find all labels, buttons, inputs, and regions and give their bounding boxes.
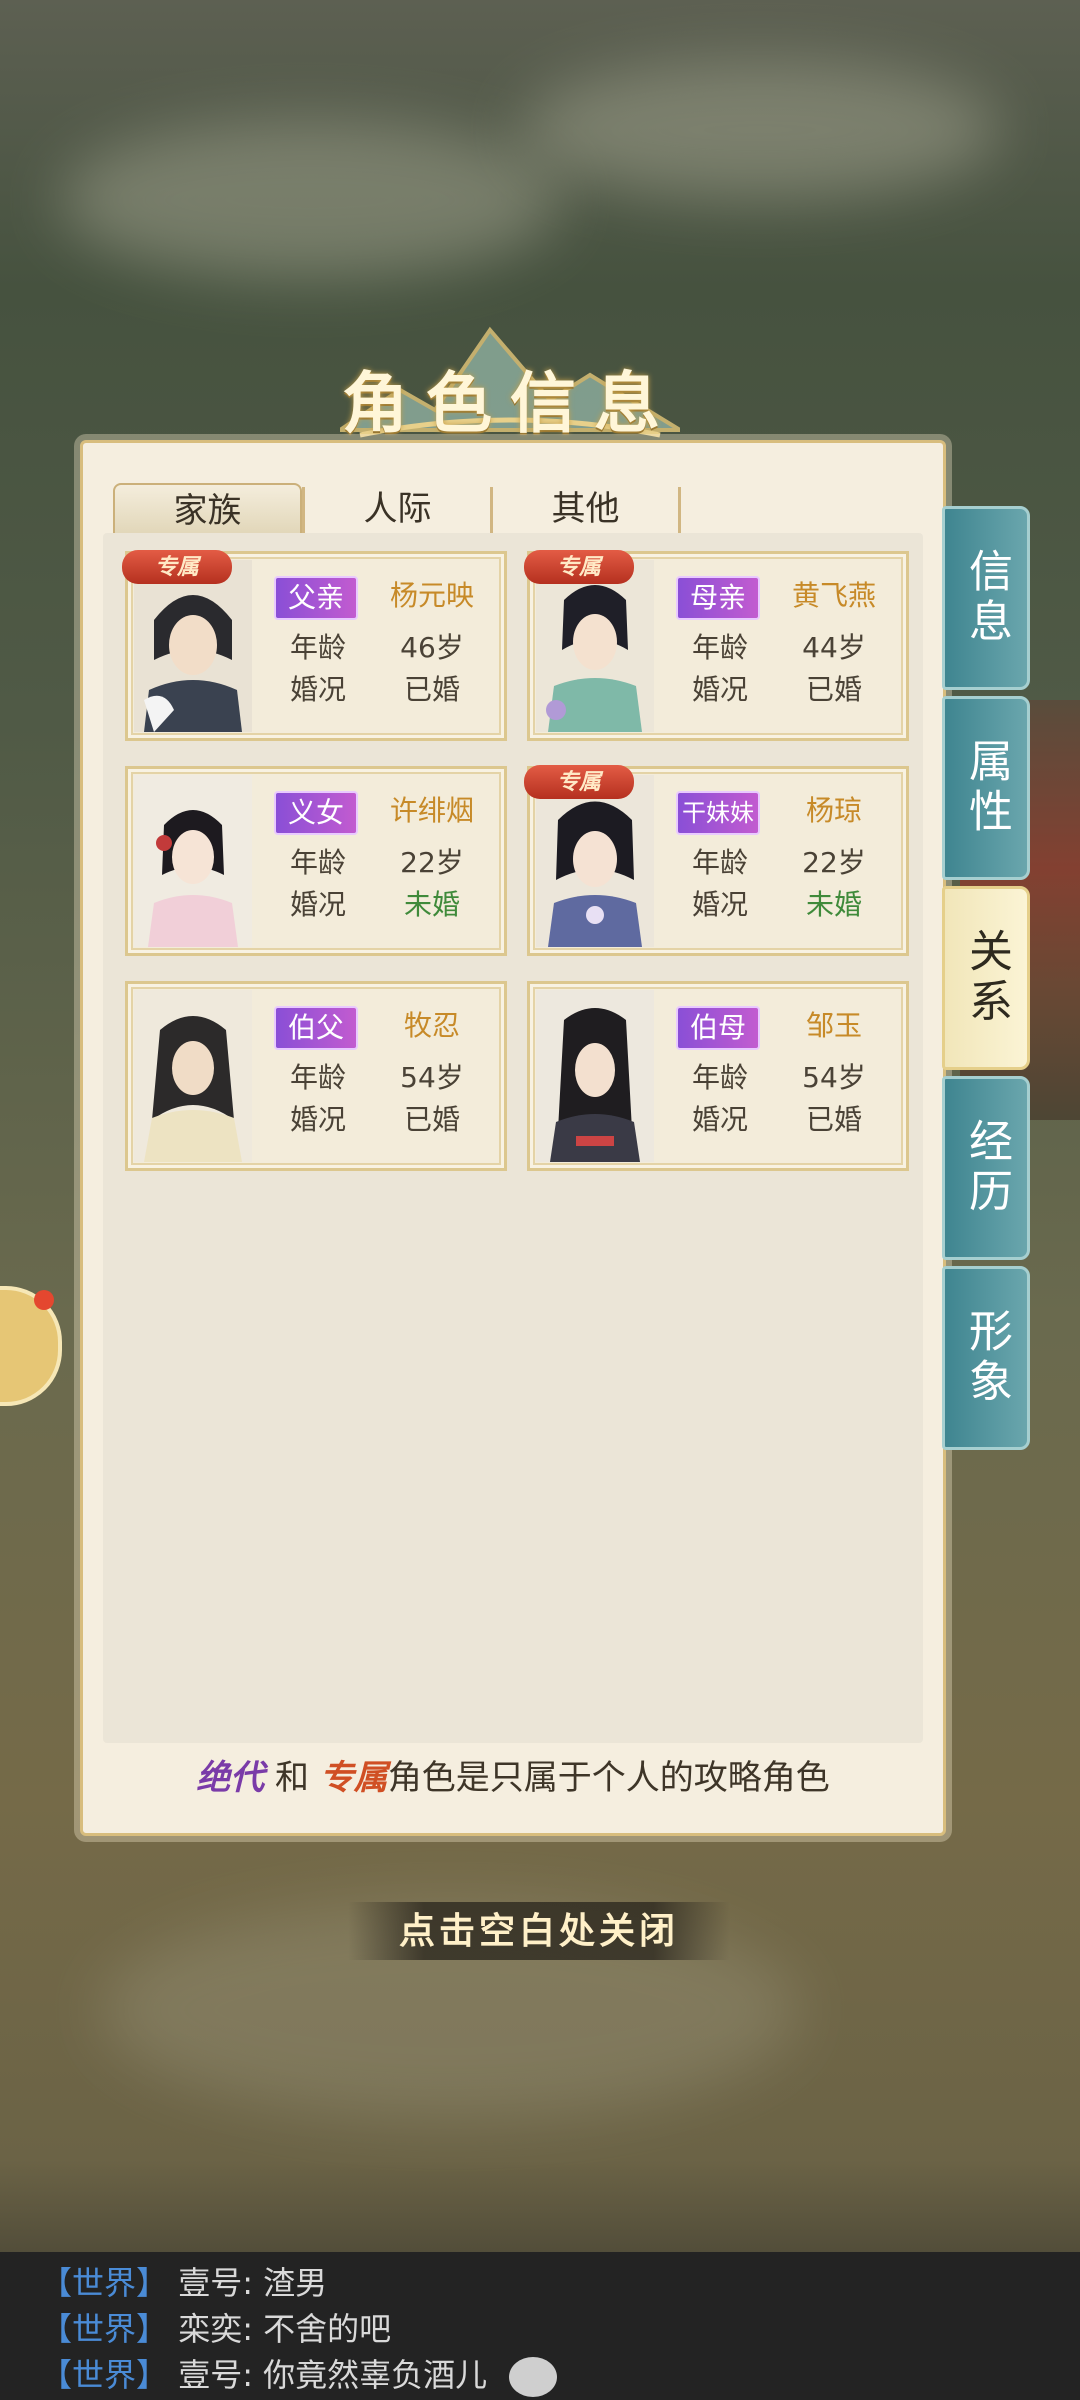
age-value: 22岁 [400, 846, 464, 879]
marriage-value: 已婚 [403, 673, 460, 706]
age-value: 54岁 [400, 1061, 464, 1094]
world-chat[interactable]: 【世界】 壹号: 渣男 【世界】 栾奕: 不舍的吧 【世界】 壹号: 你竟然辜负… [0, 2252, 1080, 2400]
relation-badge: 父亲 [274, 576, 358, 620]
age-label: 年龄 [691, 631, 748, 664]
tab-bar: 家族 人际 其他 [113, 483, 681, 537]
chat-message: 【世界】 壹号: 渣男 [40, 2258, 327, 2304]
marriage-label: 婚况 [289, 1103, 346, 1136]
chat-text: 不舍的吧 [263, 2310, 392, 2348]
chat-channel: 【世界】 [40, 2310, 169, 2348]
page-title: 角色信息 [342, 364, 678, 442]
notification-dot [34, 1290, 54, 1310]
portrait-father [134, 560, 252, 732]
character-name: 杨元映 [389, 579, 474, 612]
character-name: 牧忍 [403, 1009, 460, 1042]
marriage-label: 婚况 [691, 673, 748, 706]
chat-channel: 【世界】 [40, 2356, 169, 2394]
relation-badge: 伯父 [274, 1006, 358, 1050]
chat-message: 【世界】 栾奕: 不舍的吧 [40, 2304, 391, 2350]
portrait-adopted-daughter [134, 775, 252, 947]
background-cloud [60, 120, 560, 280]
marriage-value: 已婚 [805, 673, 862, 706]
crying-emoji-icon [509, 2357, 558, 2397]
peerless-tag: 绝代 [196, 1758, 265, 1798]
age-label: 年龄 [691, 846, 748, 879]
age-label: 年龄 [289, 846, 346, 879]
age-value: 22岁 [802, 846, 866, 879]
marriage-label: 婚况 [691, 1103, 748, 1136]
portrait-aunt [536, 990, 654, 1162]
tab-social[interactable]: 人际 [305, 483, 490, 533]
marriage-label: 婚况 [289, 888, 346, 921]
relation-card[interactable]: 专属 父亲 杨元映 年龄 46岁 婚况 已婚 [122, 550, 507, 741]
chat-message: 【世界】 壹号: 你竟然辜负酒儿 [40, 2350, 558, 2397]
marriage-label: 婚况 [289, 673, 346, 706]
side-tab-info[interactable]: 信息 [942, 506, 1030, 690]
age-value: 44岁 [802, 631, 866, 664]
relation-card[interactable]: 伯父 牧忍 年龄 54岁 婚况 已婚 [125, 981, 507, 1171]
tab-family[interactable]: 家族 [113, 483, 302, 537]
background-cloud [520, 60, 1000, 200]
note-text: 角色是只属于个人的攻略角色 [387, 1758, 830, 1798]
exclusive-note: 绝代 和 专属角色是只属于个人的攻略角色 [83, 1750, 943, 1799]
age-value: 54岁 [802, 1061, 866, 1094]
relation-card[interactable]: 专属 母亲 黄飞燕 年龄 44岁 婚况 已婚 [524, 550, 909, 741]
age-label: 年龄 [289, 1061, 346, 1094]
exclusive-badge: 专属 [524, 550, 634, 584]
relation-card[interactable]: 伯母 邹玉 年龄 54岁 婚况 已婚 [527, 981, 909, 1171]
relations-list: 专属 父亲 杨元映 年龄 46岁 婚况 已婚 专属 母亲 黄飞燕 年龄 44岁 … [103, 533, 923, 1743]
portrait-mother [536, 560, 654, 732]
exclusive-tag: 专属 [319, 1758, 388, 1798]
character-name: 杨琼 [805, 794, 862, 827]
chat-user: 壹号: [178, 2356, 253, 2394]
marriage-label: 婚况 [691, 888, 748, 921]
note-and: 和 [264, 1758, 320, 1798]
chat-channel: 【世界】 [40, 2264, 169, 2302]
title-banner: 角色信息 [230, 310, 790, 460]
portrait-sworn-sister [536, 775, 654, 947]
relation-badge: 伯母 [676, 1006, 760, 1050]
relation-badge: 义女 [274, 791, 358, 835]
age-label: 年龄 [691, 1061, 748, 1094]
chat-text: 渣男 [263, 2264, 328, 2302]
character-info-panel: 家族 人际 其他 专属 父亲 杨元映 年龄 46岁 婚况 已婚 专属 母亲 黄飞… [80, 440, 946, 1836]
marriage-value: 已婚 [403, 1103, 460, 1136]
relation-badge: 干妹妹 [676, 791, 760, 835]
close-hint-button[interactable]: 点击空白处关闭 [348, 1902, 730, 1960]
relation-card[interactable]: 专属 干妹妹 杨琼 年龄 22岁 婚况 未婚 [524, 765, 909, 956]
chat-text: 你竟然辜负酒儿 [263, 2356, 488, 2394]
marriage-value: 未婚 [403, 888, 460, 921]
marriage-value: 已婚 [805, 1103, 862, 1136]
side-tab-relations[interactable]: 关系 [942, 886, 1030, 1070]
side-tab-experience[interactable]: 经历 [942, 1076, 1030, 1260]
exclusive-badge: 专属 [122, 550, 232, 584]
exclusive-badge: 专属 [524, 765, 634, 799]
relation-badge: 母亲 [676, 576, 760, 620]
character-name: 邹玉 [805, 1009, 862, 1042]
marriage-value: 未婚 [805, 888, 862, 921]
side-tab-attributes[interactable]: 属性 [942, 696, 1030, 880]
side-tab-appearance[interactable]: 形象 [942, 1266, 1030, 1450]
relation-card[interactable]: 义女 许绯烟 年龄 22岁 婚况 未婚 [125, 766, 507, 956]
age-label: 年龄 [289, 631, 346, 664]
chat-user: 栾奕: [178, 2310, 253, 2348]
chat-user: 壹号: [178, 2264, 253, 2302]
character-name: 黄飞燕 [791, 579, 876, 612]
portrait-uncle [134, 990, 252, 1162]
character-name: 许绯烟 [389, 794, 474, 827]
age-value: 46岁 [400, 631, 464, 664]
tab-other[interactable]: 其他 [493, 483, 678, 533]
tab-divider [678, 487, 681, 533]
